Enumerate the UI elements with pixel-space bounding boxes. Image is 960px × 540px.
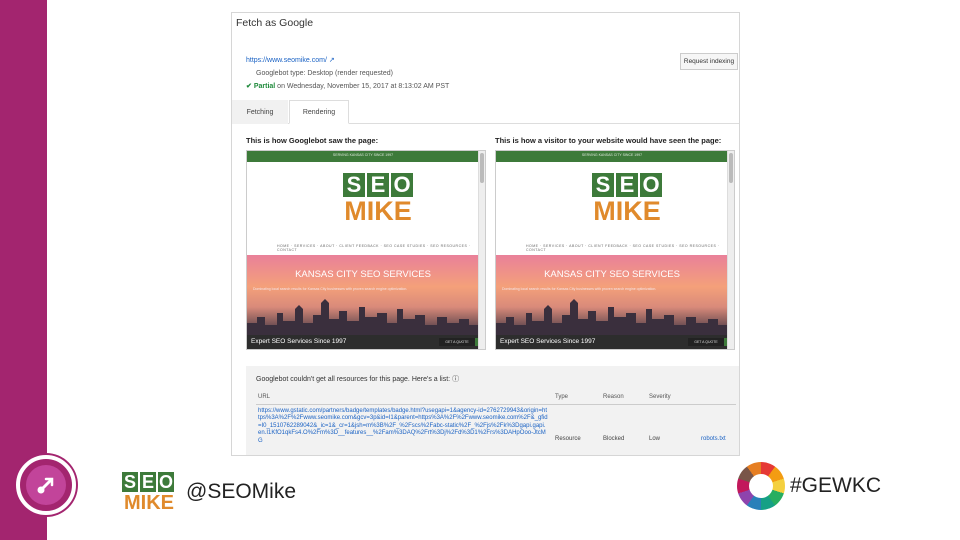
- resource-severity: Low: [649, 436, 661, 442]
- tab-fetching[interactable]: Fetching: [232, 100, 288, 124]
- blocked-resources-panel: Googlebot couldn't get all resources for…: [246, 366, 739, 455]
- site-hero: KANSAS CITY SEO SERVICES Dominating loca…: [496, 255, 728, 335]
- logo-letter: O: [640, 173, 662, 197]
- hero-title: KANSAS CITY SEO SERVICES: [295, 269, 431, 280]
- site-logo: S E O MIKE: [592, 173, 664, 225]
- logo-letter: O: [158, 472, 174, 492]
- site-nav: HOME · SERVICES · ABOUT · CLIENT FEEDBAC…: [277, 244, 471, 252]
- column-header-url: URL: [258, 394, 271, 400]
- table-divider: [256, 404, 736, 405]
- visitor-view-label: This is how a visitor to your website wo…: [495, 136, 722, 145]
- fetch-as-google-screenshot: Fetch as Google https://www.seomike.com/…: [231, 12, 740, 456]
- external-link-icon[interactable]: ↗: [329, 57, 335, 64]
- robots-txt-link[interactable]: robots.txt: [701, 436, 726, 442]
- logo-letter: E: [367, 173, 389, 197]
- arrow-icon: [37, 477, 54, 494]
- request-indexing-button[interactable]: Request indexing: [680, 53, 738, 70]
- resource-reason: Blocked: [603, 436, 625, 442]
- column-header-severity: Severity: [649, 394, 671, 400]
- blocked-resource-url[interactable]: https://www.gstatic.com/partners/badge/t…: [258, 408, 548, 445]
- slide: Fetch as Google https://www.seomike.com/…: [0, 0, 960, 540]
- site-topbar: SERVING KANSAS CITY SINCE 1997: [496, 151, 728, 162]
- help-icon[interactable]: ⓘ: [452, 376, 459, 383]
- hero-caption-text: Expert SEO Services Since 1997: [500, 338, 596, 345]
- hero-caption-text: Expert SEO Services Since 1997: [251, 338, 347, 345]
- event-hashtag: #GEWKC: [790, 474, 882, 497]
- site-nav: HOME · SERVICES · ABOUT · CLIENT FEEDBAC…: [526, 244, 720, 252]
- city-skyline-image: [247, 299, 479, 335]
- hero-title: KANSAS CITY SEO SERVICES: [544, 269, 680, 280]
- city-skyline-image: [496, 299, 728, 335]
- get-quote-button[interactable]: GET A QUOTE: [688, 338, 728, 346]
- tab-rendering[interactable]: Rendering: [289, 100, 349, 124]
- check-icon: ✔: [246, 83, 252, 90]
- resources-title-text: Googlebot couldn't get all resources for…: [256, 376, 451, 383]
- fetch-status: ✔ Partial on Wednesday, November 15, 201…: [246, 82, 449, 90]
- status-label: Partial: [253, 83, 276, 90]
- logo-letter: E: [140, 472, 156, 492]
- column-header-reason: Reason: [603, 394, 624, 400]
- googlebot-render-preview: SERVING KANSAS CITY SINCE 1997 S E O MIK…: [246, 150, 486, 350]
- fetched-url[interactable]: https://www.seomike.com/ ↗: [246, 56, 335, 64]
- seomike-logo: S E O MIKE: [122, 472, 176, 514]
- logo-mike: MIKE: [593, 196, 661, 226]
- logo-letter: S: [122, 472, 138, 492]
- logo-letter: O: [391, 173, 413, 197]
- googlebot-type: Googlebot type: Desktop (render requeste…: [256, 70, 393, 77]
- googlebot-view-label: This is how Googlebot saw the page:: [246, 136, 379, 145]
- hero-caption: Expert SEO Services Since 1997 GET A QUO…: [496, 335, 728, 349]
- fetched-url-text[interactable]: https://www.seomike.com/: [246, 57, 327, 64]
- hero-subtitle: Dominating local search results for Kans…: [502, 287, 657, 291]
- hero-caption: Expert SEO Services Since 1997 GET A QUO…: [247, 335, 479, 349]
- twitter-handle: @SEOMike: [186, 480, 297, 503]
- logo-letter: S: [592, 173, 614, 197]
- event-logo-icon: [737, 462, 785, 510]
- site-topbar: SERVING KANSAS CITY SINCE 1997: [247, 151, 479, 162]
- logo-mike: MIKE: [344, 196, 412, 226]
- tab-bar: Fetching Rendering: [232, 100, 739, 124]
- column-header-type: Type: [555, 394, 569, 400]
- visitor-render-preview: SERVING KANSAS CITY SINCE 1997 S E O MIK…: [495, 150, 735, 350]
- site-hero: KANSAS CITY SEO SERVICES Dominating loca…: [247, 255, 479, 335]
- logo-mike: MIKE: [124, 492, 174, 514]
- preview-scrollbar[interactable]: [478, 151, 485, 349]
- preview-scrollbar[interactable]: [727, 151, 734, 349]
- gw-logo-inner: [26, 465, 66, 505]
- gw-logo-icon: [16, 455, 76, 515]
- hero-subtitle: Dominating local search results for Kans…: [253, 287, 408, 291]
- resources-title: Googlebot couldn't get all resources for…: [256, 374, 459, 384]
- logo-letter: E: [616, 173, 638, 197]
- logo-letter: S: [343, 173, 365, 197]
- resource-type: Resource: [555, 436, 581, 442]
- page-title: Fetch as Google: [236, 17, 314, 29]
- status-detail: on Wednesday, November 15, 2017 at 8:13:…: [275, 83, 450, 90]
- get-quote-button[interactable]: GET A QUOTE: [439, 338, 479, 346]
- site-logo: S E O MIKE: [343, 173, 415, 225]
